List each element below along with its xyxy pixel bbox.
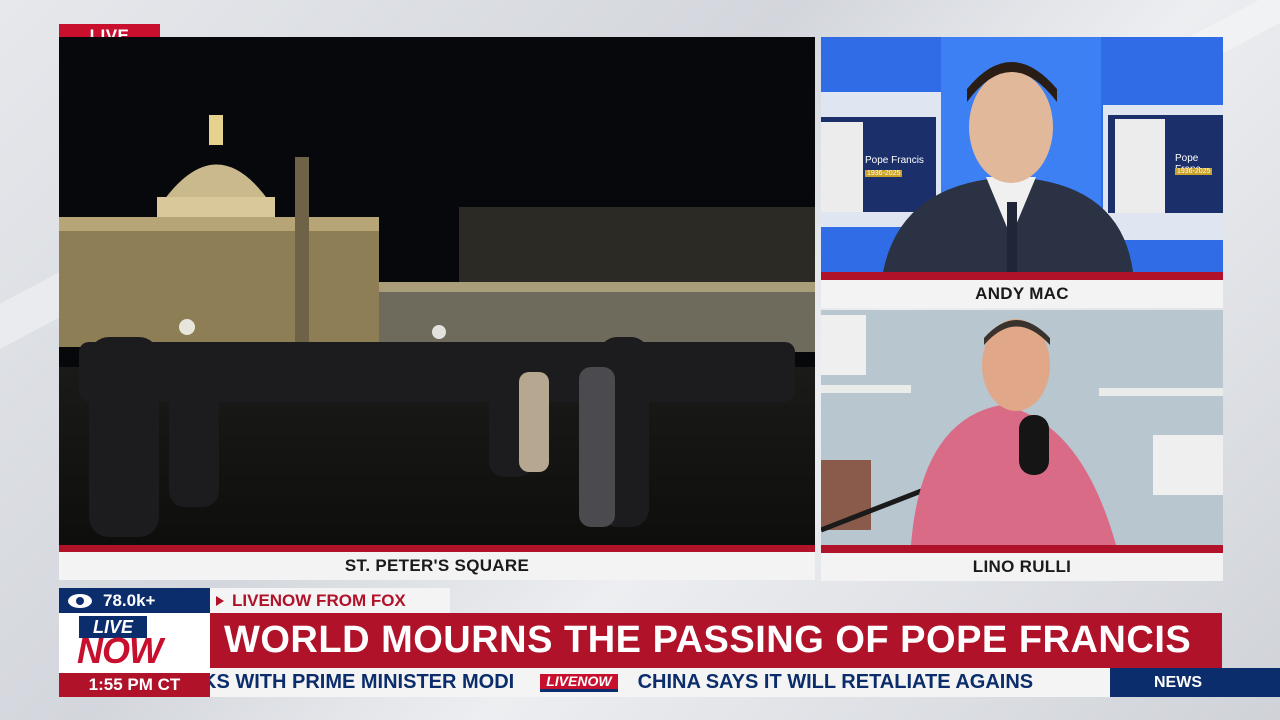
bottom-guest-caption: LINO RULLI <box>821 553 1223 581</box>
eye-icon <box>68 593 92 608</box>
clock: 1:55 PM CT <box>59 673 210 697</box>
main-video-feed <box>59 37 815 545</box>
logo-now-text: NOW <box>77 630 163 671</box>
play-icon <box>216 595 224 606</box>
news-label: NEWS <box>1110 668 1280 697</box>
top-guest-caption: ANDY MAC <box>821 280 1223 308</box>
source-label-box: LIVENOW FROM FOX <box>210 588 450 613</box>
ticker-logo: LIVENOW <box>540 673 618 692</box>
st-peters-square-scene <box>59 37 815 545</box>
monitor-right-years: 1936-2025 <box>1175 168 1213 175</box>
main-feed-caption: ST. PETER'S SQUARE <box>59 552 815 580</box>
bottom-guest-feed <box>821 310 1223 545</box>
guest-room-scene <box>821 310 1223 545</box>
monitor-left-name: Pope Francis <box>865 155 924 166</box>
ticker-item: KS WITH PRIME MINISTER MODI <box>210 671 515 693</box>
source-label: LIVENOW FROM FOX <box>232 590 406 610</box>
bottom-caption-accent <box>821 545 1223 553</box>
ticker-item: CHINA SAYS IT WILL RETALIATE AGAINS <box>637 671 1034 693</box>
top-caption-accent <box>821 272 1223 280</box>
viewer-count-box: 78.0k+ <box>59 588 210 613</box>
monitor-left-years: 1936-2025 <box>865 170 903 177</box>
news-ticker: KS WITH PRIME MINISTER MODI LIVENOW CHIN… <box>210 668 1110 697</box>
main-caption-accent <box>59 545 815 552</box>
viewer-count: 78.0k+ <box>103 590 156 610</box>
top-guest-feed: Pope Francis 1936-2025 Pope Franc 1936-2… <box>821 37 1223 272</box>
headline-banner: WORLD MOURNS THE PASSING OF POPE FRANCIS <box>210 613 1222 668</box>
livenow-logo: LIVE NOW <box>59 613 210 673</box>
